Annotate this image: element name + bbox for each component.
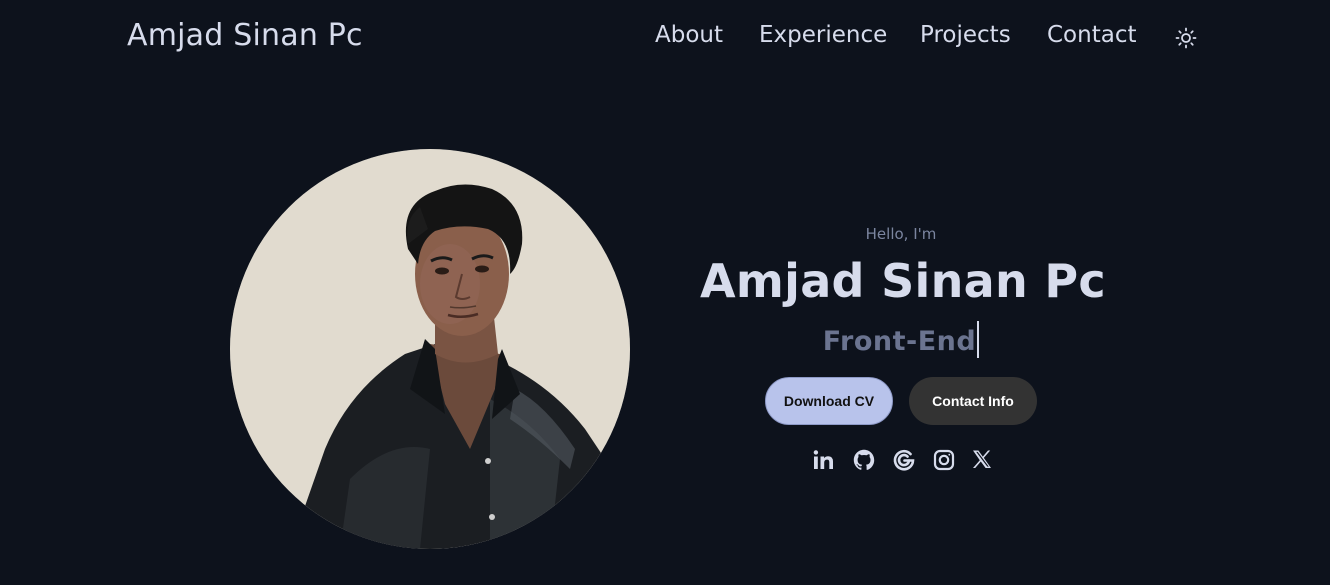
x-icon[interactable] xyxy=(970,448,994,472)
hero-name: Amjad Sinan Pc xyxy=(700,254,1106,308)
download-cv-button[interactable]: Download CV xyxy=(765,377,893,425)
theme-toggle-button[interactable] xyxy=(1174,26,1198,50)
profile-photo xyxy=(230,149,630,549)
nav-link-experience[interactable]: Experience xyxy=(759,22,887,48)
instagram-icon[interactable] xyxy=(932,448,956,472)
hero-greeting: Hello, I'm xyxy=(865,225,937,243)
nav-link-projects[interactable]: Projects xyxy=(920,22,1011,48)
hero-role: Front-End xyxy=(700,321,1102,358)
nav-link-contact[interactable]: Contact xyxy=(1047,22,1136,48)
google-icon[interactable] xyxy=(892,448,916,472)
nav-link-about[interactable]: About xyxy=(655,22,723,48)
page: Amjad Sinan Pc About Experience Projects… xyxy=(0,0,1330,585)
sun-icon xyxy=(1175,27,1197,49)
linkedin-icon[interactable] xyxy=(812,448,836,472)
contact-info-button[interactable]: Contact Info xyxy=(909,377,1037,425)
github-icon[interactable] xyxy=(852,448,876,472)
typing-caret xyxy=(977,321,980,358)
site-logo[interactable]: Amjad Sinan Pc xyxy=(127,18,363,53)
hero-role-text: Front-End xyxy=(822,326,977,357)
